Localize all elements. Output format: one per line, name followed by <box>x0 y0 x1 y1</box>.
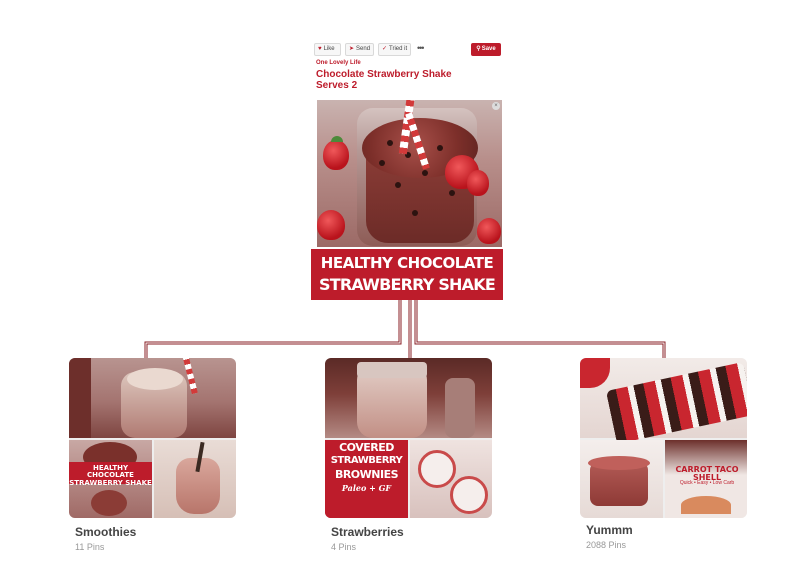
board-thumb-image <box>580 440 663 518</box>
board-thumb-image: COVERED STRAWBERRY BROWNIES Paleo + GF <box>325 440 408 518</box>
like-label: Like <box>323 46 335 52</box>
send-label: Send <box>356 46 371 52</box>
board-count-strawberries: 4 Pins <box>331 542 357 552</box>
chip-shape <box>412 210 418 216</box>
like-button[interactable]: ♥ Like <box>314 43 341 56</box>
thumb-overlay-label: HEALTHY CHOCOLATE STRAWBERRY SHAKE <box>69 462 152 487</box>
pin-banner: HEALTHY CHOCOLATE STRAWBERRY SHAKE <box>311 249 503 300</box>
send-icon: ➤ <box>349 46 355 52</box>
board-cover-image <box>69 358 236 438</box>
board-card-yummm[interactable]: CARROT TACO SHELL Quick • Easy • Low Car… <box>580 358 747 518</box>
board-thumb-image: CARROT TACO SHELL Quick • Easy • Low Car… <box>665 440 747 518</box>
strawberry-shape <box>467 170 489 196</box>
cookie-shape <box>450 476 488 514</box>
board-thumb-image <box>154 440 236 518</box>
thumb-overlay-label: CARROT TACO SHELL <box>669 466 745 482</box>
pin-image[interactable] <box>317 100 502 247</box>
board-cover-image <box>580 358 747 444</box>
more-options-button[interactable]: ••• <box>417 43 425 53</box>
bowl-shape <box>91 490 127 516</box>
close-icon[interactable]: × <box>492 102 500 110</box>
board-cover-image <box>325 358 492 438</box>
board-title-yummm[interactable]: Yummm <box>586 523 633 537</box>
board-thumb-image: HEALTHY CHOCOLATE STRAWBERRY SHAKE <box>69 440 152 518</box>
overlay-line2: Quick • Easy • Low Carb <box>679 480 735 486</box>
board-count-yummm: 2088 Pins <box>586 540 627 550</box>
overlay-line3: BROWNIES <box>334 468 399 481</box>
save-label: Save <box>481 46 496 52</box>
pin-action-bar: ♥ Like ➤ Send ✓ Tried it ••• ⚲Save <box>313 40 503 58</box>
jar-shape <box>445 378 475 438</box>
strawberry-shape <box>323 140 349 170</box>
banner-line1: HEALTHY CHOCOLATE <box>320 254 494 272</box>
foam-shape <box>127 368 183 390</box>
heart-icon: ♥ <box>318 46 322 52</box>
pin-title-line2: Serves 2 <box>316 80 358 91</box>
board-card-smoothies[interactable]: HEALTHY CHOCOLATE STRAWBERRY SHAKE <box>69 358 236 518</box>
chip-shape <box>422 170 428 176</box>
board-thumb-image <box>410 440 492 518</box>
chip-shape <box>387 140 393 146</box>
pin-card: ♥ Like ➤ Send ✓ Tried it ••• ⚲Save <box>313 40 503 58</box>
strawberry-shape <box>317 210 345 240</box>
overlay-line4: Paleo + GF <box>341 483 392 493</box>
pin-title-line1: Chocolate Strawberry Shake <box>316 69 452 80</box>
send-button[interactable]: ➤ Send <box>345 43 374 56</box>
pin-icon: ⚲ <box>476 46 481 52</box>
thumb-overlay-label: COVERED STRAWBERRY BROWNIES Paleo + GF <box>325 440 408 518</box>
save-button[interactable]: ⚲Save <box>471 43 501 56</box>
berry-shape <box>580 358 610 388</box>
shadow-shape <box>69 358 91 438</box>
board-title-smoothies[interactable]: Smoothies <box>75 525 136 539</box>
tried-it-button[interactable]: ✓ Tried it <box>378 43 411 56</box>
pin-source[interactable]: One Lovely Life <box>316 60 361 66</box>
chip-shape <box>395 182 401 188</box>
overlay-line2: STRAWBERRY <box>330 455 403 466</box>
board-card-strawberries[interactable]: COVERED STRAWBERRY BROWNIES Paleo + GF <box>325 358 492 518</box>
dessert-shape <box>605 362 747 444</box>
leaf-shape <box>331 136 343 142</box>
overlay-line2: STRAWBERRY SHAKE <box>69 479 152 487</box>
tried-it-label: Tried it <box>389 46 408 52</box>
board-count-smoothies: 11 Pins <box>75 542 105 552</box>
chip-shape <box>437 145 443 151</box>
pin-title[interactable]: Chocolate Strawberry Shake Serves 2 <box>316 69 506 91</box>
jar-lid-shape <box>357 362 427 378</box>
cake-top-shape <box>588 456 650 470</box>
overlay-line1: COVERED <box>339 441 394 454</box>
cookie-shape <box>418 450 456 488</box>
board-title-strawberries[interactable]: Strawberries <box>331 525 404 539</box>
check-icon: ✓ <box>382 46 388 52</box>
banner-line2: STRAWBERRY SHAKE <box>319 275 496 294</box>
chip-shape <box>449 190 455 196</box>
strawberry-shape <box>477 218 501 244</box>
overlay-line1: HEALTHY CHOCOLATE <box>87 464 134 479</box>
taco-shape <box>681 496 731 514</box>
chip-shape <box>379 160 385 166</box>
